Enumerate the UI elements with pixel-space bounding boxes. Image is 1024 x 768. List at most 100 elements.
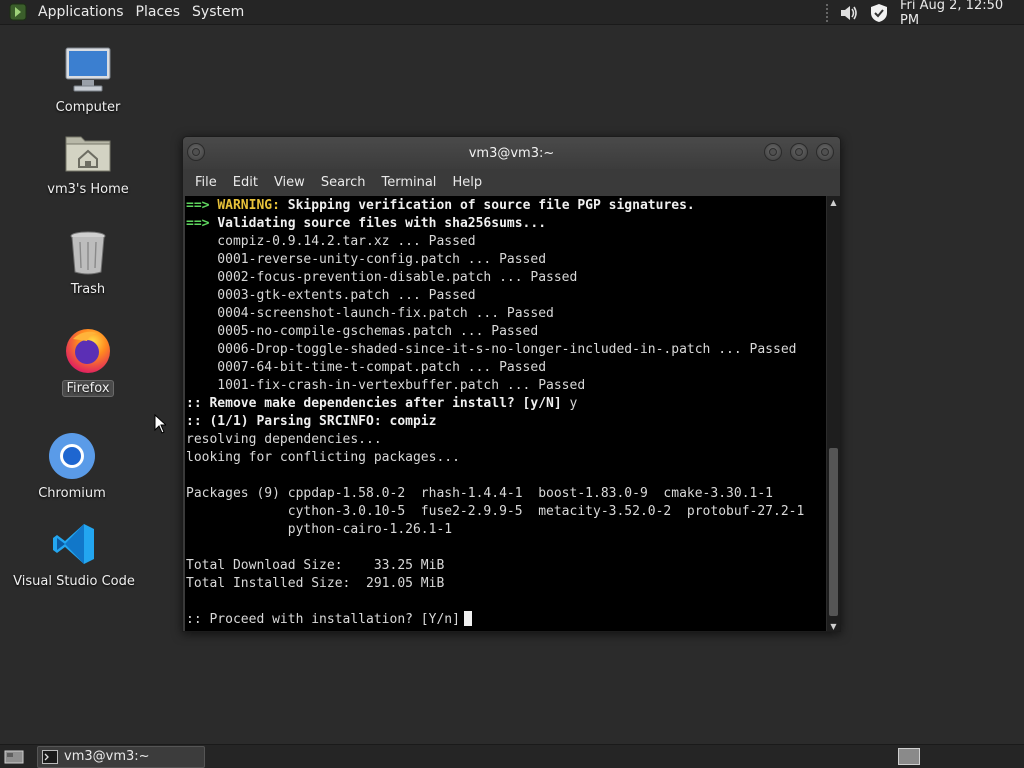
terminal-line: 0007-64-bit-time-t-compat.patch ... Pass… bbox=[186, 359, 826, 377]
desktop-icon-label: vm3's Home bbox=[47, 182, 129, 197]
places-menu[interactable]: Places bbox=[130, 0, 187, 25]
menu-search[interactable]: Search bbox=[313, 175, 374, 190]
menu-edit[interactable]: Edit bbox=[225, 175, 266, 190]
terminal-line: 1001-fix-crash-in-vertexbuffer.patch ...… bbox=[186, 377, 826, 395]
scrollbar-thumb[interactable] bbox=[829, 448, 838, 616]
panel-separator bbox=[826, 3, 830, 22]
vscode-icon bbox=[48, 518, 100, 570]
terminal-line: Packages (9) cppdap-1.58.0-2 rhash-1.4.4… bbox=[186, 485, 826, 503]
terminal-text: looking for conflicting packages... bbox=[186, 450, 460, 465]
terminal-text: 0005-no-compile-gschemas.patch ... Passe… bbox=[186, 324, 539, 339]
terminal-line: :: (1/1) Parsing SRCINFO: compiz bbox=[186, 413, 826, 431]
scroll-down-arrow-icon[interactable]: ▼ bbox=[827, 620, 840, 631]
terminal-line: 0002-focus-prevention-disable.patch ... … bbox=[186, 269, 826, 287]
menu-logo-icon[interactable] bbox=[8, 2, 28, 22]
menu-help[interactable]: Help bbox=[444, 175, 490, 190]
workspace-switcher[interactable] bbox=[898, 748, 920, 765]
desktop-icon-computer[interactable]: Computer bbox=[28, 44, 148, 115]
terminal-scrollbar[interactable]: ▲ ▼ bbox=[826, 196, 840, 631]
terminal-icon bbox=[42, 749, 58, 764]
terminal-text: Packages (9) cppdap-1.58.0-2 rhash-1.4.4… bbox=[186, 486, 773, 501]
minimize-button[interactable] bbox=[764, 143, 782, 161]
home-folder-icon bbox=[62, 126, 114, 178]
terminal-text: Skipping verification of source file PGP… bbox=[279, 198, 695, 213]
terminal-line: python-cairo-1.26.1-1 bbox=[186, 521, 826, 539]
menu-terminal[interactable]: Terminal bbox=[373, 175, 444, 190]
terminal-line: ==> WARNING: Skipping verification of so… bbox=[186, 197, 826, 215]
terminal-label: :: (1/1) Parsing SRCINFO: compiz bbox=[186, 414, 437, 429]
clock[interactable]: Fri Aug 2, 12:50 PM bbox=[900, 0, 1020, 28]
taskbar-item-terminal[interactable]: vm3@vm3:~ bbox=[37, 745, 205, 768]
terminal-label: WARNING: bbox=[217, 198, 280, 213]
terminal-prefix: ==> bbox=[186, 216, 218, 231]
desktop-icon-vscode[interactable]: Visual Studio Code bbox=[13, 518, 135, 589]
terminal-text: 0004-screenshot-launch-fix.patch ... Pas… bbox=[186, 306, 554, 321]
desktop-icon-label: Visual Studio Code bbox=[13, 574, 135, 589]
terminal-line: cython-3.0.10-5 fuse2-2.9.9-5 metacity-3… bbox=[186, 503, 826, 521]
terminal-text: 0002-focus-prevention-disable.patch ... … bbox=[186, 270, 578, 285]
window-titlebar[interactable]: vm3@vm3:~ bbox=[183, 137, 840, 169]
scroll-up-arrow-icon[interactable]: ▲ bbox=[827, 196, 840, 208]
terminal-text: cython-3.0.10-5 fuse2-2.9.9-5 metacity-3… bbox=[186, 504, 805, 519]
menu-file[interactable]: File bbox=[187, 175, 225, 190]
desktop-icon-label: Trash bbox=[70, 282, 106, 297]
terminal-line: 0003-gtk-extents.patch ... Passed bbox=[186, 287, 826, 305]
shield-icon[interactable] bbox=[868, 2, 890, 24]
applications-menu[interactable]: Applications bbox=[32, 0, 130, 25]
terminal-line: 0005-no-compile-gschemas.patch ... Passe… bbox=[186, 323, 826, 341]
terminal-text: compiz-0.9.14.2.tar.xz ... Passed bbox=[186, 234, 476, 249]
terminal-text: y bbox=[561, 396, 578, 411]
terminal-output[interactable]: ==> WARNING: Skipping verification of so… bbox=[185, 196, 826, 631]
terminal-line: ==> Validating source files with sha256s… bbox=[186, 215, 826, 233]
trash-icon bbox=[62, 226, 114, 278]
terminal-line: 0004-screenshot-launch-fix.patch ... Pas… bbox=[186, 305, 826, 323]
window-title: vm3@vm3:~ bbox=[468, 145, 555, 161]
mouse-pointer-icon bbox=[154, 413, 168, 438]
desktop-icon-firefox[interactable]: Firefox bbox=[28, 324, 148, 397]
terminal-line: Total Download Size: 33.25 MiB bbox=[186, 557, 826, 575]
system-menu[interactable]: System bbox=[186, 0, 250, 25]
terminal-text: resolving dependencies... bbox=[186, 432, 382, 447]
terminal-line: 0006-Drop-toggle-shaded-since-it-s-no-lo… bbox=[186, 341, 826, 359]
show-desktop-icon[interactable] bbox=[3, 748, 25, 766]
terminal-text: 1001-fix-crash-in-vertexbuffer.patch ...… bbox=[186, 378, 586, 393]
terminal-text: 0007-64-bit-time-t-compat.patch ... Pass… bbox=[186, 360, 547, 375]
terminal-line: :: Remove make dependencies after instal… bbox=[186, 395, 826, 413]
desktop-icon-label: Chromium bbox=[38, 486, 106, 501]
terminal-text: 0001-reverse-unity-config.patch ... Pass… bbox=[186, 252, 547, 267]
menu-view[interactable]: View bbox=[266, 175, 313, 190]
terminal-prefix: ==> bbox=[186, 198, 218, 213]
firefox-icon bbox=[62, 324, 114, 376]
terminal-area[interactable]: ==> WARNING: Skipping verification of so… bbox=[185, 196, 840, 631]
maximize-button[interactable] bbox=[790, 143, 808, 161]
terminal-text: 0003-gtk-extents.patch ... Passed bbox=[186, 288, 476, 303]
terminal-text: Validating source files with sha256sums.… bbox=[217, 216, 547, 231]
terminal-text: python-cairo-1.26.1-1 bbox=[186, 522, 453, 537]
terminal-text: Total Download Size: 33.25 MiB bbox=[186, 558, 445, 573]
chromium-icon bbox=[46, 430, 98, 482]
desktop-icon-label: Firefox bbox=[62, 380, 114, 397]
terminal-line: Total Installed Size: 291.05 MiB bbox=[186, 575, 826, 593]
terminal-line: resolving dependencies... bbox=[186, 431, 826, 449]
desktop-icon-home[interactable]: vm3's Home bbox=[28, 126, 148, 197]
terminal-line: looking for conflicting packages... bbox=[186, 449, 826, 467]
terminal-window[interactable]: vm3@vm3:~ File Edit View Search Terminal… bbox=[182, 136, 841, 632]
desktop-icon-label: Computer bbox=[55, 100, 121, 115]
desktop-icon-chromium[interactable]: Chromium bbox=[12, 430, 132, 501]
text-cursor bbox=[463, 611, 472, 626]
bottom-panel: vm3@vm3:~ bbox=[0, 744, 1024, 768]
window-menu-button[interactable] bbox=[187, 143, 205, 161]
desktop-icon-trash[interactable]: Trash bbox=[28, 226, 148, 297]
terminal-label: :: Remove make dependencies after instal… bbox=[186, 396, 562, 411]
terminal-text: Total Installed Size: 291.05 MiB bbox=[186, 576, 445, 591]
terminal-menubar: File Edit View Search Terminal Help bbox=[183, 169, 840, 195]
volume-icon[interactable] bbox=[838, 2, 860, 24]
terminal-text: :: Proceed with installation? [Y/n] bbox=[186, 612, 460, 627]
terminal-line: :: Proceed with installation? [Y/n] bbox=[186, 611, 826, 629]
close-button[interactable] bbox=[816, 143, 834, 161]
computer-icon bbox=[62, 44, 114, 96]
terminal-line: compiz-0.9.14.2.tar.xz ... Passed bbox=[186, 233, 826, 251]
